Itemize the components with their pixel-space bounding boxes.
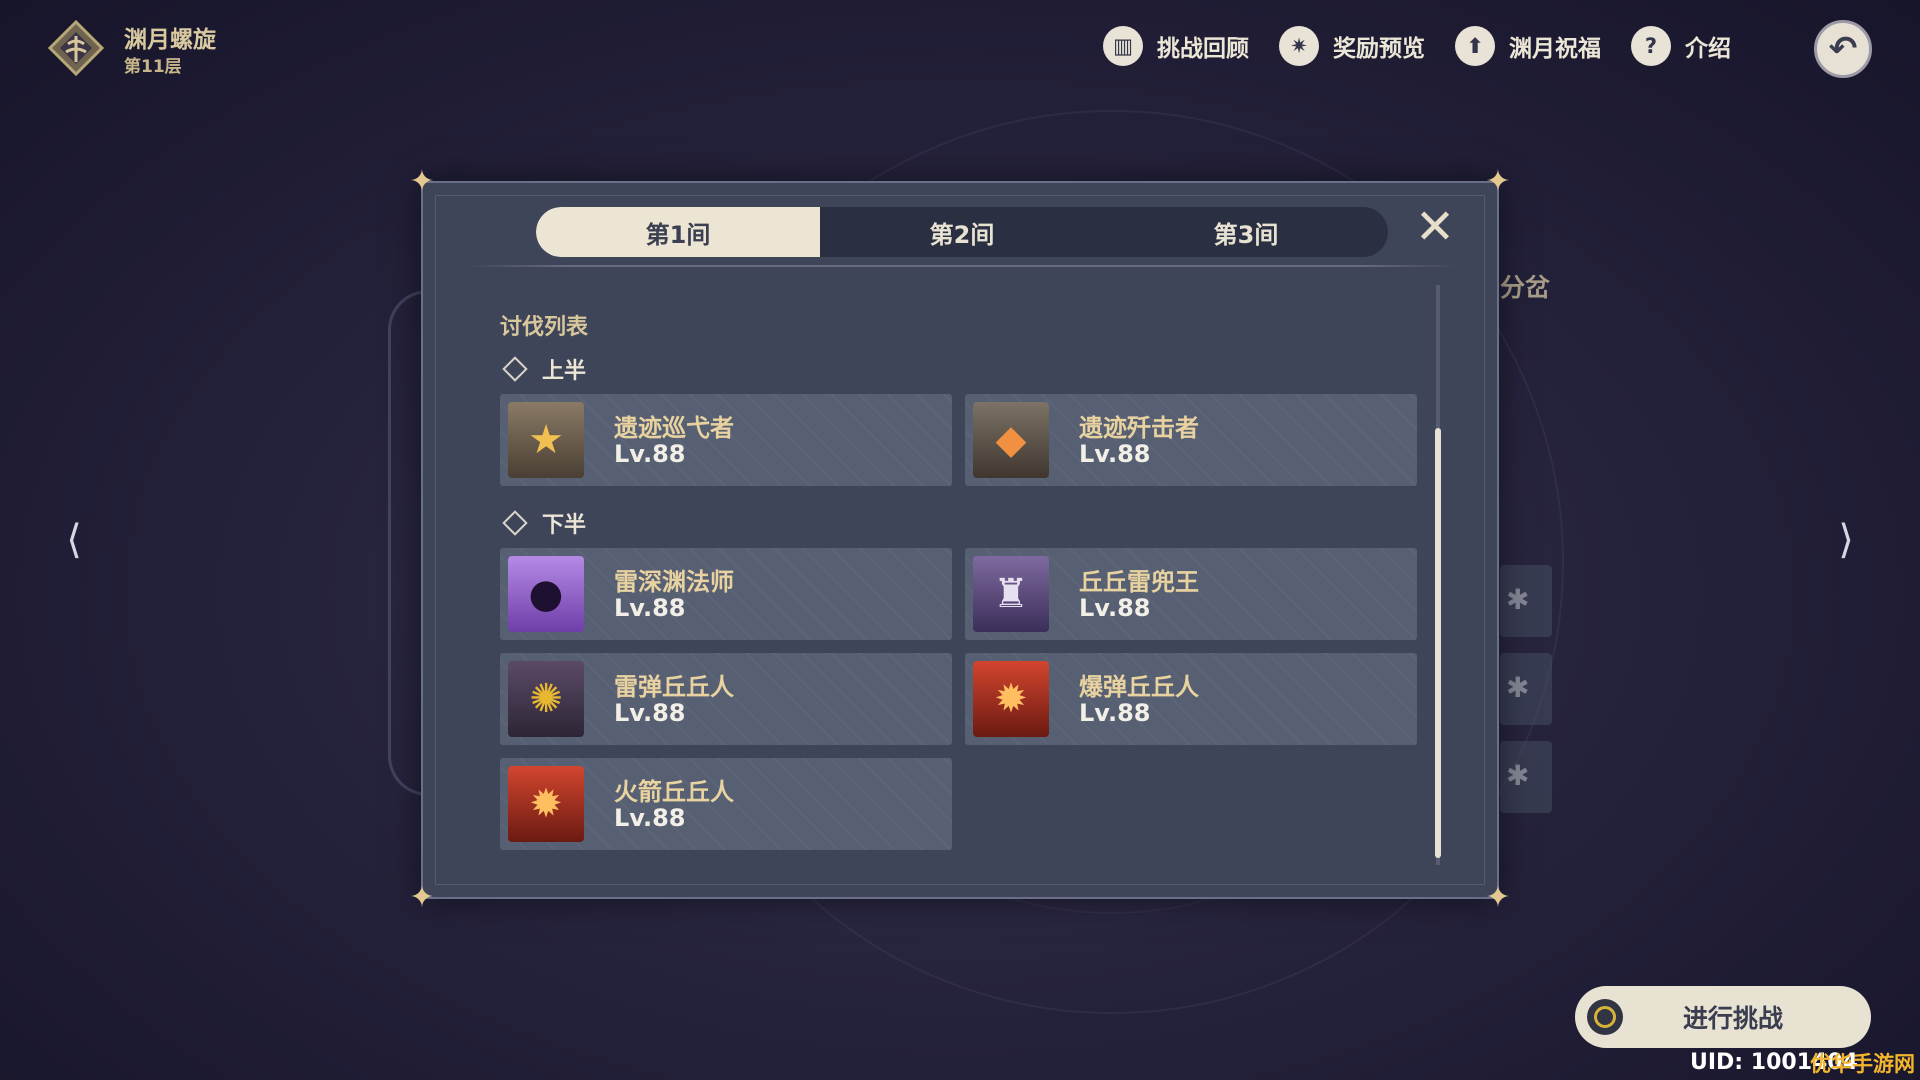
enemy-name: 遗迹歼击者 <box>1079 414 1199 442</box>
watermark: 优华手游网 <box>1810 1052 1915 1076</box>
enemy-level: Lv.88 <box>614 699 686 727</box>
enemy-level: Lv.88 <box>1079 440 1151 468</box>
enemy-level: Lv.88 <box>1079 594 1151 622</box>
tab-chamber-1[interactable]: 第1间 <box>536 207 820 257</box>
enemy-name: 遗迹巡弋者 <box>614 414 734 442</box>
lower-half-label: 下半 <box>500 507 586 539</box>
enemy-card[interactable]: ✹ 火箭丘丘人 Lv.88 <box>500 758 952 850</box>
abyss-mage-portrait-icon: ● <box>508 556 584 632</box>
tab-chamber-2[interactable]: 第2间 <box>820 207 1104 257</box>
electro-hilichurl-portrait-icon: ✺ <box>508 661 584 737</box>
enemy-card[interactable]: ★ 遗迹巡弋者 Lv.88 <box>500 394 952 486</box>
enemy-card[interactable]: ◆ 遗迹歼击者 Lv.88 <box>965 394 1417 486</box>
abyss-emblem-icon <box>48 20 104 76</box>
start-challenge-button[interactable]: 进行挑战 <box>1575 986 1871 1048</box>
question-icon: ? <box>1631 26 1671 66</box>
enemy-level: Lv.88 <box>1079 699 1151 727</box>
back-button[interactable]: ↶ <box>1814 20 1872 78</box>
page-title: 渊月螺旋 <box>124 27 216 53</box>
blessing-button[interactable]: ⬆ 渊月祝福 <box>1455 26 1601 66</box>
enemy-card[interactable]: ♜ 丘丘雷兜王 Lv.88 <box>965 548 1417 640</box>
enemy-level: Lv.88 <box>614 440 686 468</box>
up-arrow-icon: ⬆ <box>1455 26 1495 66</box>
corner-ornament-icon: ✦ <box>409 164 435 199</box>
corner-ornament-icon: ✦ <box>1485 164 1511 199</box>
floor-label: 第11层 <box>124 57 182 77</box>
section-title: 讨伐列表 <box>500 315 589 340</box>
background-branch-label: 分岔 <box>1500 273 1551 302</box>
next-arrow-icon[interactable]: ⟩ <box>1824 517 1868 563</box>
enemy-card[interactable]: ✺ 雷弹丘丘人 Lv.88 <box>500 653 952 745</box>
divider <box>468 265 1458 267</box>
corner-ornament-icon: ✦ <box>409 880 435 915</box>
diamond-icon <box>502 356 528 382</box>
star-badge-icon: ✷ <box>1279 26 1319 66</box>
background-slot: ✱ <box>1500 653 1552 725</box>
lawachurl-portrait-icon: ♜ <box>973 556 1049 632</box>
ruin-destroyer-portrait-icon: ◆ <box>973 402 1049 478</box>
enemy-name: 爆弹丘丘人 <box>1079 673 1199 701</box>
chamber-tabs: 第1间 第2间 第3间 <box>536 207 1388 257</box>
enemy-card[interactable]: ● 雷深渊法师 Lv.88 <box>500 548 952 640</box>
introduction-button[interactable]: ? 介绍 <box>1631 26 1731 66</box>
previous-arrow-icon[interactable]: ⟨ <box>52 517 96 563</box>
enemy-name: 雷弹丘丘人 <box>614 673 734 701</box>
enemy-list-modal: ✦ ✦ ✦ ✦ 第1间 第2间 第3间 ✕ 讨伐列表 上半 ★ 遗迹巡弋者 Lv… <box>409 167 1510 913</box>
top-navigation: ▥ 挑战回顾 ✷ 奖励预览 ⬆ 渊月祝福 ? 介绍 <box>1103 26 1761 66</box>
challenge-review-button[interactable]: ▥ 挑战回顾 <box>1103 26 1249 66</box>
enemy-level: Lv.88 <box>614 594 686 622</box>
reward-preview-button[interactable]: ✷ 奖励预览 <box>1279 26 1425 66</box>
tab-chamber-3[interactable]: 第3间 <box>1104 207 1388 257</box>
diamond-icon <box>502 510 528 536</box>
scrollbar-thumb[interactable] <box>1435 428 1441 858</box>
enemy-name: 雷深渊法师 <box>614 568 734 596</box>
enemy-card[interactable]: ✹ 爆弹丘丘人 Lv.88 <box>965 653 1417 745</box>
enemy-name: 丘丘雷兜王 <box>1079 568 1199 596</box>
background-slot: ✱ <box>1500 741 1552 813</box>
close-icon[interactable]: ✕ <box>1413 203 1457 251</box>
enemy-name: 火箭丘丘人 <box>614 778 734 806</box>
rocket-hilichurl-portrait-icon: ✹ <box>508 766 584 842</box>
book-icon: ▥ <box>1103 26 1143 66</box>
enemy-level: Lv.88 <box>614 804 686 832</box>
ruin-guard-portrait-icon: ★ <box>508 402 584 478</box>
background-slot: ✱ <box>1500 565 1552 637</box>
blazing-hilichurl-portrait-icon: ✹ <box>973 661 1049 737</box>
corner-ornament-icon: ✦ <box>1485 880 1511 915</box>
upper-half-label: 上半 <box>500 353 586 385</box>
controller-circle-icon <box>1587 999 1623 1035</box>
